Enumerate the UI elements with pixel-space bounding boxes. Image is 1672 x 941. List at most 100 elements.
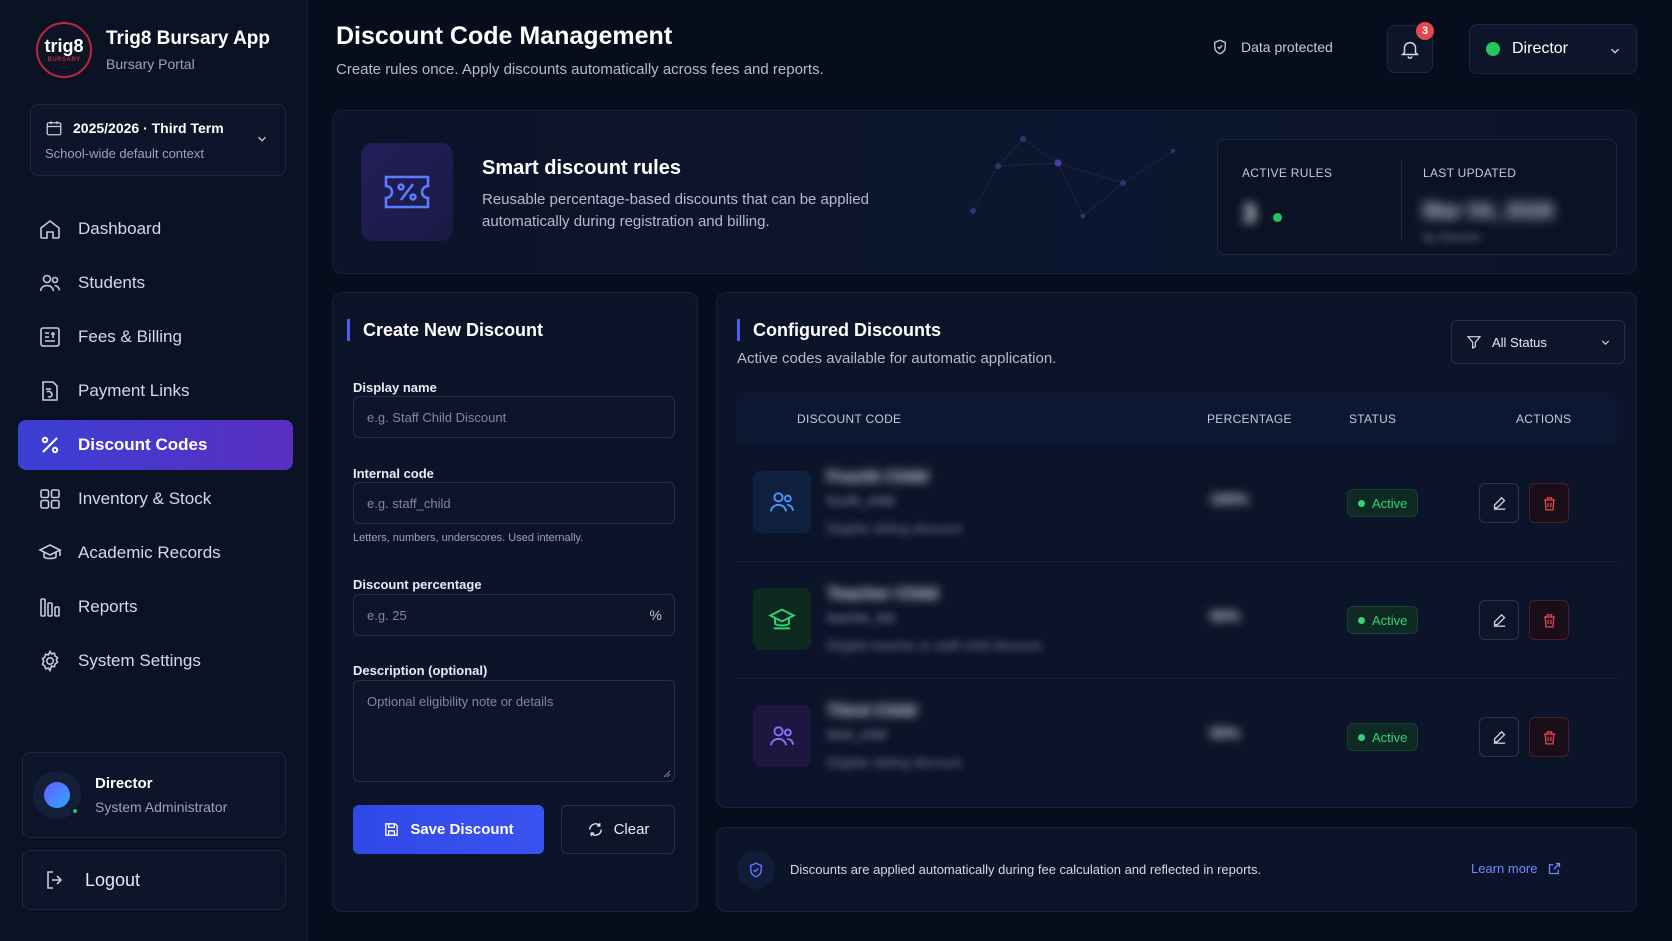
discount-description: Eligible sibling discount xyxy=(827,755,962,770)
brand-subtitle: Bursary Portal xyxy=(106,56,195,72)
sidebar-item-inventory-stock[interactable]: Inventory & Stock xyxy=(18,474,293,524)
discount-name: Teacher Child xyxy=(827,584,939,603)
hero-title: Smart discount rules xyxy=(482,157,681,179)
trash-icon xyxy=(1543,613,1555,628)
reports-icon xyxy=(40,598,60,617)
sidebar-item-fees-billing[interactable]: Fees & Billing xyxy=(18,312,293,362)
sidebar-item-label: Academic Records xyxy=(78,543,221,562)
sidebar-item-payment-links[interactable]: Payment Links xyxy=(18,366,293,416)
role-label: Director xyxy=(1512,40,1569,57)
active-indicator-dot xyxy=(1272,213,1282,223)
status-filter-select[interactable]: All Status xyxy=(1451,320,1625,364)
info-footer: Discounts are applied automatically duri… xyxy=(716,827,1637,912)
sidebar-item-discount-codes[interactable]: Discount Codes xyxy=(18,420,293,470)
save-discount-button[interactable]: Save Discount xyxy=(353,805,544,854)
sidebar-item-reports[interactable]: Reports xyxy=(18,582,293,632)
users-icon xyxy=(753,705,811,767)
online-status-dot xyxy=(71,807,79,815)
gear-icon xyxy=(41,649,59,673)
delete-button[interactable] xyxy=(1529,717,1569,757)
active-rules-stat: ACTIVE RULES 3 xyxy=(1242,166,1332,229)
user-role: System Administrator xyxy=(95,799,228,815)
term-selector[interactable]: 2025/2026 · Third Term School-wide defau… xyxy=(30,104,286,176)
notifications-button[interactable]: 3 xyxy=(1387,22,1434,73)
term-title: 2025/2026 · Third Term xyxy=(73,120,224,136)
percent-suffix: % xyxy=(649,607,662,623)
filter-icon xyxy=(1466,336,1482,349)
description-textarea[interactable]: Optional eligibility note or details xyxy=(353,680,675,782)
app-root: trig8 BURSARY Trig8 Bursary App Bursary … xyxy=(0,0,1672,941)
sidebar-item-label: Dashboard xyxy=(78,219,162,238)
role-status-dot xyxy=(1486,42,1500,56)
grid-icon xyxy=(40,489,60,509)
active-rules-value: 3 xyxy=(1242,198,1257,228)
page-subtitle: Create rules once. Apply discounts autom… xyxy=(336,61,824,78)
last-updated-value: Mar 04, 2026 xyxy=(1423,198,1554,223)
last-updated-sub: by Director xyxy=(1423,230,1482,244)
sidebar-item-dashboard[interactable]: Dashboard xyxy=(18,204,293,254)
user-card[interactable]: Director System Administrator xyxy=(22,752,286,838)
discount-description: Eligible sibling discount xyxy=(827,521,962,536)
clear-button[interactable]: Clear xyxy=(561,805,675,854)
percentage-input[interactable]: e.g. 25 % xyxy=(353,594,675,636)
logout-button[interactable]: Logout xyxy=(22,850,286,910)
chevron-down-icon xyxy=(1611,48,1619,54)
sidebar-item-academic-records[interactable]: Academic Records xyxy=(18,528,293,578)
internal-code-placeholder: e.g. staff_child xyxy=(367,495,451,511)
calendar-icon xyxy=(46,121,62,136)
chevron-down-icon xyxy=(1601,340,1610,345)
shield-check-icon xyxy=(737,851,775,889)
discount-name: Fourth Child xyxy=(827,467,929,486)
sidebar-item-label: Students xyxy=(78,273,146,292)
discount-description: Eligible teacher or staff child discount xyxy=(827,638,1042,653)
configured-discounts-title: Configured Discounts xyxy=(737,319,941,341)
network-decoration xyxy=(970,136,1175,219)
users-icon xyxy=(39,274,61,292)
edit-button[interactable] xyxy=(1479,600,1519,640)
notification-badge: 3 xyxy=(1416,22,1434,40)
configured-discounts-subtitle: Active codes available for automatic app… xyxy=(737,350,1057,367)
active-rules-label: ACTIVE RULES xyxy=(1242,166,1333,180)
internal-code-hint: Letters, numbers, underscores. Used inte… xyxy=(353,532,584,544)
users-icon xyxy=(753,471,811,533)
sidebar-item-system-settings[interactable]: System Settings xyxy=(18,636,293,686)
display-name-label: Display name xyxy=(353,380,437,395)
trash-icon xyxy=(1543,496,1555,511)
col-discount-code: DISCOUNT CODE xyxy=(797,412,902,426)
resize-handle-icon[interactable] xyxy=(661,768,671,778)
create-discount-title: Create New Discount xyxy=(347,319,543,341)
discount-name: Third Child xyxy=(827,701,917,720)
sidebar-item-students[interactable]: Students xyxy=(18,258,293,308)
edit-button[interactable] xyxy=(1479,717,1519,757)
sidebar-item-label: Reports xyxy=(78,597,138,616)
brand-title: Trig8 Bursary App xyxy=(106,28,271,49)
edit-button[interactable] xyxy=(1479,483,1519,523)
discount-ticket-icon xyxy=(361,143,453,241)
shield-check-icon xyxy=(1214,39,1226,55)
create-discount-panel: Create New Discount Display name e.g. St… xyxy=(332,292,698,912)
last-updated-label: LAST UPDATED xyxy=(1423,166,1517,180)
col-actions: ACTIONS xyxy=(1516,412,1572,426)
delete-button[interactable] xyxy=(1529,600,1569,640)
internal-code-input[interactable]: e.g. staff_child xyxy=(353,482,675,524)
receipt-icon xyxy=(40,327,60,347)
bell-icon xyxy=(1400,41,1420,59)
display-name-input[interactable]: e.g. Staff Child Discount xyxy=(353,396,675,438)
status-filter-value: All Status xyxy=(1492,334,1547,350)
role-selector[interactable]: Director xyxy=(1469,24,1637,74)
sidebar-item-label: Inventory & Stock xyxy=(78,489,212,508)
delete-button[interactable] xyxy=(1529,483,1569,523)
sidebar-item-label: Payment Links xyxy=(78,381,190,400)
avatar xyxy=(33,771,81,819)
last-updated-stat: LAST UPDATED Mar 04, 2026 by Director xyxy=(1423,166,1554,244)
percent-icon xyxy=(41,436,59,454)
smart-rules-banner: Smart discount rules Reusable percentage… xyxy=(332,110,1637,274)
page-title: Discount Code Management xyxy=(336,22,673,50)
sidebar-item-label: Fees & Billing xyxy=(78,327,182,346)
learn-more-link[interactable]: Learn more xyxy=(1471,861,1562,876)
status-badge: Active xyxy=(1347,606,1419,634)
percentage-label: Discount percentage xyxy=(353,577,482,592)
main-content: Discount Code Management Create rules on… xyxy=(308,0,1672,941)
percentage-placeholder: e.g. 25 xyxy=(367,607,407,623)
academic-icon xyxy=(38,544,62,560)
